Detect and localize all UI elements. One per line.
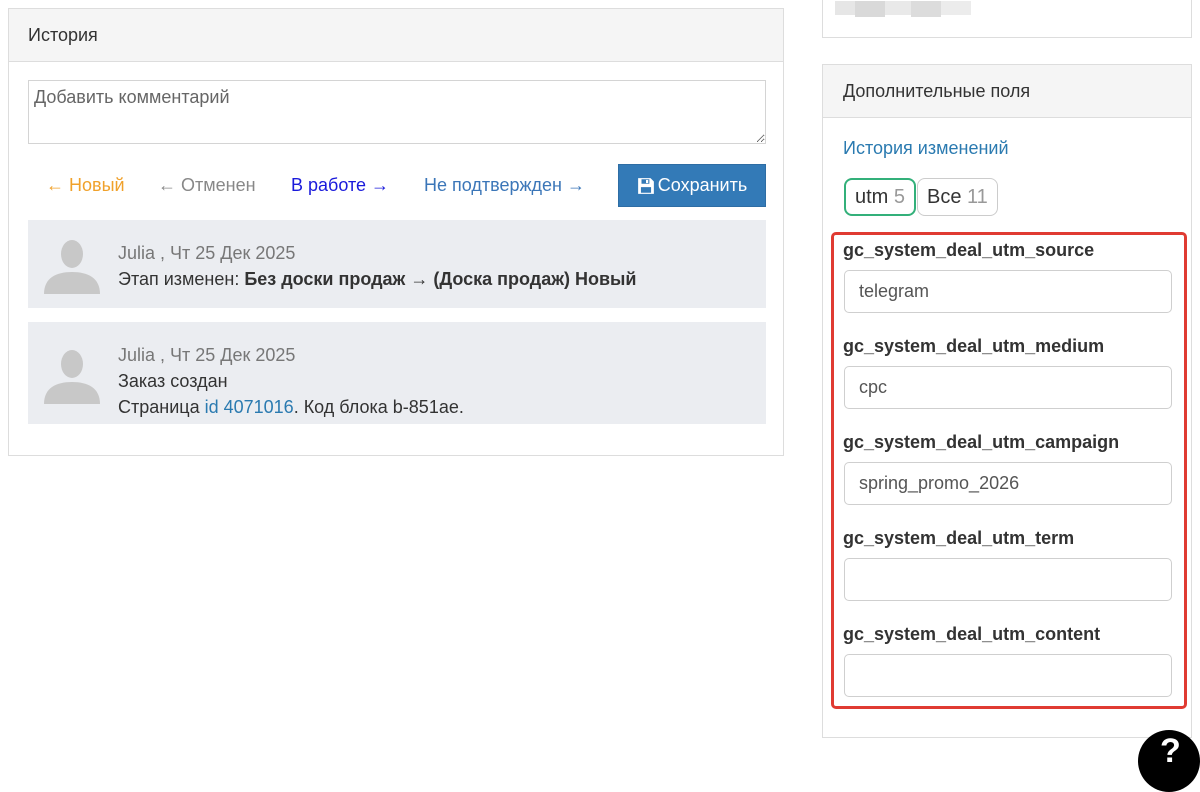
entry-separator: , <box>155 243 171 263</box>
entry-text: Julia , Чт 25 Дек 2025 Этап изменен: Без… <box>118 240 636 292</box>
entry-date: Чт 25 Дек 2025 <box>170 345 296 365</box>
utm-term-label: gc_system_deal_utm_term <box>843 528 1075 548</box>
tag-count: 11 <box>967 186 988 208</box>
floppy-disk-icon <box>637 177 655 195</box>
entry-date: Чт 25 Дек 2025 <box>170 243 296 263</box>
history-entry: Julia , Чт 25 Дек 2025 Заказ создан Стра… <box>28 322 766 424</box>
change-history-link[interactable]: История изменений <box>843 138 1009 159</box>
page-id-link[interactable]: id 4071016 <box>205 397 294 417</box>
entry-meta: Julia , Чт 25 Дек 2025 <box>118 240 636 266</box>
status-new-link[interactable]: ← Новый <box>46 164 125 207</box>
order-created-text: Заказ создан <box>118 371 228 391</box>
utm-content-field[interactable] <box>844 654 1172 697</box>
blurred-image <box>835 1 985 17</box>
stage-changed-prefix: Этап изменен: <box>118 269 245 289</box>
utm-content-label: gc_system_deal_utm_content <box>843 624 1101 644</box>
avatar <box>42 344 102 404</box>
avatar <box>42 234 102 294</box>
stage-change-detail: Без доски продаж → (Доска продаж) Новый <box>244 269 637 289</box>
entry-separator: , <box>155 345 171 365</box>
status-actions: ← Новый ← Отменен В работе → Не подтверж… <box>28 164 766 207</box>
block-code-text: . Код блока b-851ae. <box>293 397 464 417</box>
utm-term-field[interactable] <box>844 558 1172 601</box>
entry-author: Julia <box>118 345 156 365</box>
page-prefix: Страница <box>118 397 205 417</box>
entry-line: Страница id 4071016. Код блока b-851ae. <box>118 394 464 420</box>
utm-source-field[interactable] <box>844 270 1172 313</box>
status-unconfirmed-link[interactable]: Не подтвержден → <box>424 164 585 207</box>
extra-fields-panel: Дополнительные поля История изменений ut… <box>822 64 1192 738</box>
history-panel: История ← Новый ← Отменен В работе → Не … <box>8 8 784 456</box>
status-in-work-link[interactable]: В работе → <box>291 164 389 207</box>
entry-line: Этап изменен: Без доски продаж → (Доска … <box>118 266 636 292</box>
entry-meta: Julia , Чт 25 Дек 2025 <box>118 342 464 368</box>
utm-source-label: gc_system_deal_utm_source <box>843 240 1095 260</box>
tag-all[interactable]: Все 11 <box>917 178 998 216</box>
tag-utm[interactable]: utm 5 <box>844 178 917 216</box>
save-button[interactable]: Сохранить <box>618 164 766 207</box>
help-widget-button[interactable]: ? <box>1138 730 1200 792</box>
utm-medium-label: gc_system_deal_utm_medium <box>843 336 1105 356</box>
utm-campaign-label: gc_system_deal_utm_campaign <box>843 432 1120 452</box>
history-title: История <box>9 9 783 62</box>
entry-text: Julia , Чт 25 Дек 2025 Заказ создан Стра… <box>118 342 464 420</box>
entry-author: Julia <box>118 243 156 263</box>
tag-count: 5 <box>893 186 906 208</box>
history-entry: Julia , Чт 25 Дек 2025 Этап изменен: Без… <box>28 220 766 308</box>
status-cancelled-link[interactable]: ← Отменен <box>158 164 256 207</box>
utm-campaign-field[interactable] <box>844 462 1172 505</box>
utm-medium-field[interactable] <box>844 366 1172 409</box>
save-button-label: Сохранить <box>657 175 748 195</box>
comment-input[interactable] <box>28 80 766 144</box>
tag-label: Все <box>927 186 962 208</box>
tag-label: utm <box>855 186 889 208</box>
extra-fields-title: Дополнительные поля <box>823 65 1191 118</box>
top-card <box>822 0 1192 38</box>
